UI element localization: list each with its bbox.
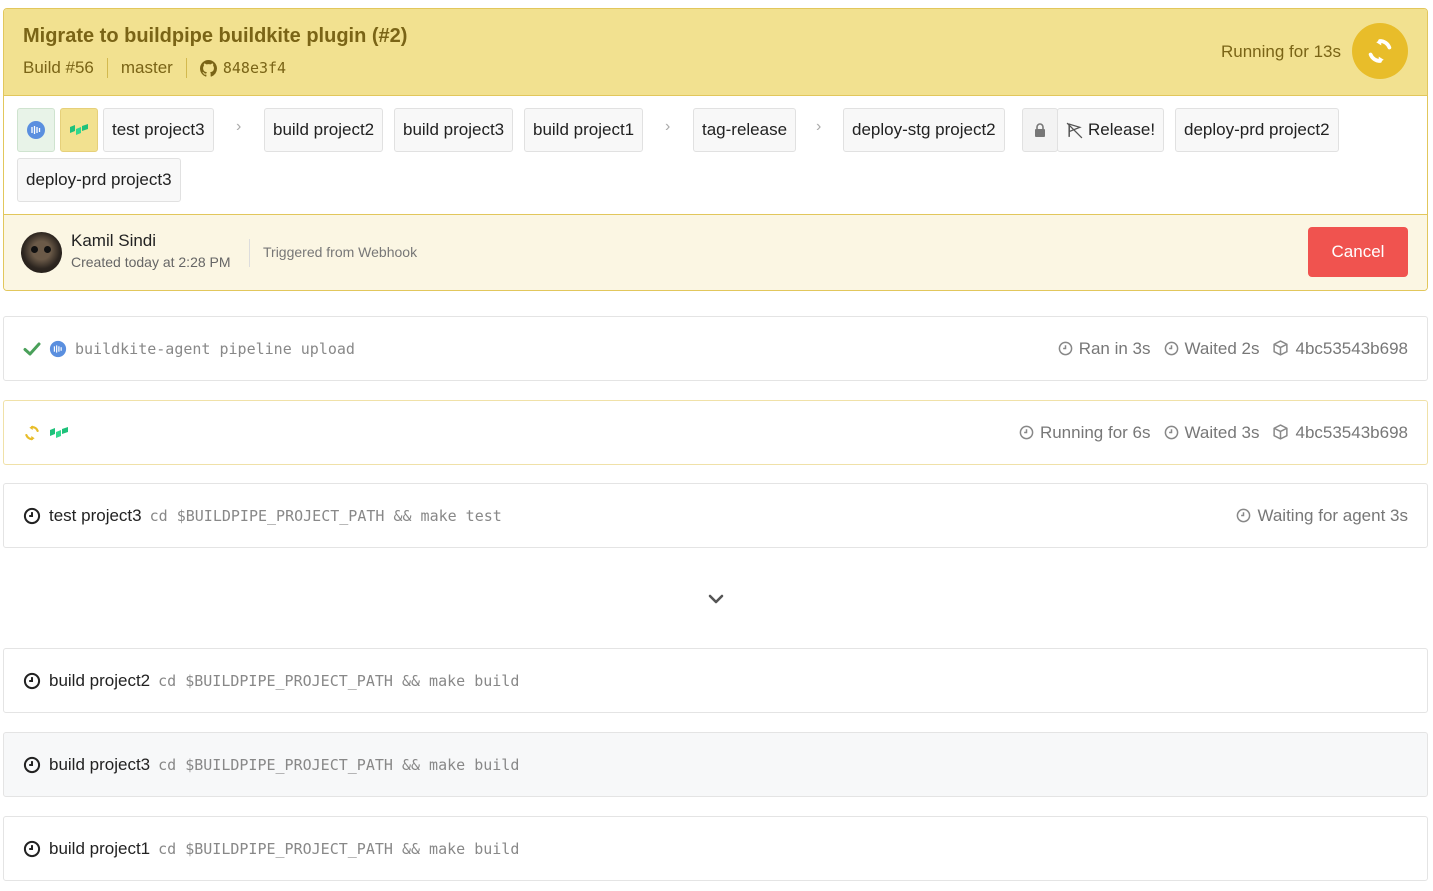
- agent-name: 4bc53543b698: [1295, 338, 1408, 358]
- build-card: Migrate to buildpipe buildkite plugin (#…: [3, 8, 1428, 291]
- clock-icon: [1237, 508, 1251, 523]
- refresh-icon: [1368, 39, 1392, 63]
- job-label: test project3: [49, 505, 142, 525]
- clock-icon: [23, 840, 41, 857]
- job-waited-time: Waited 3s: [1164, 422, 1260, 443]
- clock-icon: [1058, 341, 1073, 356]
- buildpipe-plugin-icon: [50, 426, 68, 438]
- step-tag-release[interactable]: tag-release: [693, 108, 797, 152]
- cancel-button[interactable]: Cancel: [1308, 227, 1408, 277]
- job-command: buildkite-agent pipeline upload: [75, 339, 355, 358]
- job-left: build project2 cd $BUILDPIPE_PROJECT_PAT…: [23, 649, 519, 712]
- job-command: cd $BUILDPIPE_PROJECT_PATH && make build: [158, 755, 520, 774]
- lock-icon: [1035, 123, 1045, 137]
- job-row[interactable]: build project1 cd $BUILDPIPE_PROJECT_PAT…: [3, 816, 1428, 881]
- waited-label: Waited 3s: [1184, 422, 1260, 442]
- build-status-indicator: [1352, 23, 1408, 79]
- build-running-time: Running for 13s: [1220, 42, 1341, 61]
- trigger-source: Triggered from Webhook: [263, 244, 418, 260]
- clock-icon: [1164, 425, 1178, 440]
- github-icon: [199, 59, 217, 77]
- chevron-right-icon: ›: [665, 118, 671, 135]
- job-row[interactable]: Running for 6s Waited 3s 4bc53543b698: [3, 400, 1428, 465]
- check-icon: [23, 342, 41, 355]
- step-pipeline-upload[interactable]: [17, 108, 55, 152]
- unlocked-flag-icon: [1066, 122, 1083, 138]
- release-label: Release!: [1088, 120, 1156, 139]
- job-ran-time: Ran in 3s: [1058, 339, 1151, 359]
- step-build-project3[interactable]: build project3: [394, 108, 514, 152]
- step-build-project2[interactable]: build project2: [264, 108, 384, 152]
- creator-row: Kamil Sindi Created today at 2:28 PM Tri…: [4, 215, 1427, 290]
- step-deploy-stg-project2[interactable]: deploy-stg project2: [843, 108, 1005, 152]
- buildkite-agent-icon: [27, 121, 45, 139]
- chevron-down-icon: [708, 594, 724, 604]
- running-label: Running for 6s: [1039, 422, 1151, 442]
- chevron-right-icon: ›: [816, 118, 822, 135]
- divider: [106, 58, 108, 78]
- step-deploy-prd-project2[interactable]: deploy-prd project2: [1175, 108, 1339, 152]
- buildpipe-plugin-icon: [70, 124, 88, 135]
- commit-link[interactable]: 848e3f4: [199, 59, 287, 77]
- job-left: build project1 cd $BUILDPIPE_PROJECT_PAT…: [23, 817, 519, 880]
- job-left: test project3 cd $BUILDPIPE_PROJECT_PATH…: [23, 484, 502, 547]
- job-command: cd $BUILDPIPE_PROJECT_PATH && make test: [149, 506, 502, 525]
- waited-label: Waited 2s: [1184, 338, 1260, 358]
- creator-name: Kamil Sindi: [71, 231, 157, 250]
- build-header: Migrate to buildpipe buildkite plugin (#…: [4, 9, 1427, 96]
- build-meta: Build #56 master 848e3f4: [23, 58, 286, 78]
- job-agent[interactable]: 4bc53543b698: [1272, 423, 1408, 443]
- build-title[interactable]: Migrate to buildpipe buildkite plugin (#…: [23, 25, 407, 48]
- refresh-icon: [25, 425, 39, 440]
- clock-icon: [23, 756, 41, 773]
- pipeline-steps: test project3 › build project2 build pro…: [4, 96, 1427, 215]
- step-release-block[interactable]: Release!: [1057, 108, 1165, 152]
- branch-name[interactable]: master: [121, 58, 173, 78]
- divider: [249, 239, 250, 267]
- job-command: cd $BUILDPIPE_PROJECT_PATH && make build: [158, 671, 520, 690]
- step-deploy-prd-project3[interactable]: deploy-prd project3: [17, 158, 181, 202]
- ran-label: Ran in 3s: [1078, 338, 1151, 358]
- job-meta: Ran in 3s Waited 2s 4bc53543b698: [1058, 317, 1408, 380]
- build-number[interactable]: Build #56: [23, 58, 94, 78]
- job-meta: Running for 6s Waited 3s 4bc53543b698: [1019, 401, 1408, 464]
- job-command: cd $BUILDPIPE_PROJECT_PATH && make build: [158, 839, 520, 858]
- job-row[interactable]: test project3 cd $BUILDPIPE_PROJECT_PATH…: [3, 483, 1428, 548]
- divider: [185, 58, 187, 78]
- agent-name: 4bc53543b698: [1295, 422, 1408, 442]
- agent-cube-icon: [1273, 340, 1289, 356]
- clock-icon: [23, 672, 41, 689]
- waiting-label: Waiting for agent 3s: [1257, 505, 1408, 525]
- job-left: [23, 401, 69, 464]
- job-waiting-time: Waiting for agent 3s: [1236, 506, 1408, 526]
- job-left: buildkite-agent pipeline upload: [23, 317, 355, 380]
- job-label: build project1: [49, 838, 151, 858]
- step-build-project1[interactable]: build project1: [524, 108, 644, 152]
- agent-cube-icon: [1273, 424, 1289, 440]
- block-step-lock[interactable]: [1022, 108, 1058, 152]
- expand-jobs-button[interactable]: [706, 589, 726, 609]
- buildkite-agent-icon: [49, 340, 67, 357]
- created-time: Created today at 2:28 PM: [71, 254, 231, 270]
- job-label: build project3: [49, 754, 151, 774]
- clock-icon: [1019, 425, 1034, 440]
- job-agent[interactable]: 4bc53543b698: [1272, 339, 1408, 359]
- clock-icon: [23, 507, 41, 524]
- job-label: build project2: [49, 670, 151, 690]
- step-buildpipe-plugin[interactable]: [60, 108, 98, 152]
- step-test-project3[interactable]: test project3: [103, 108, 214, 152]
- avatar: [21, 232, 62, 273]
- commit-sha: 848e3f4: [222, 59, 287, 77]
- job-meta: Waiting for agent 3s: [1236, 484, 1408, 547]
- chevron-right-icon: ›: [236, 118, 242, 135]
- job-row[interactable]: build project3 cd $BUILDPIPE_PROJECT_PAT…: [3, 732, 1428, 797]
- job-row[interactable]: buildkite-agent pipeline upload Ran in 3…: [3, 316, 1428, 381]
- job-left: build project3 cd $BUILDPIPE_PROJECT_PAT…: [23, 733, 519, 796]
- clock-icon: [1164, 341, 1178, 356]
- job-row[interactable]: build project2 cd $BUILDPIPE_PROJECT_PAT…: [3, 648, 1428, 713]
- job-waited-time: Waited 2s: [1164, 338, 1260, 359]
- job-running-time: Running for 6s: [1019, 423, 1151, 443]
